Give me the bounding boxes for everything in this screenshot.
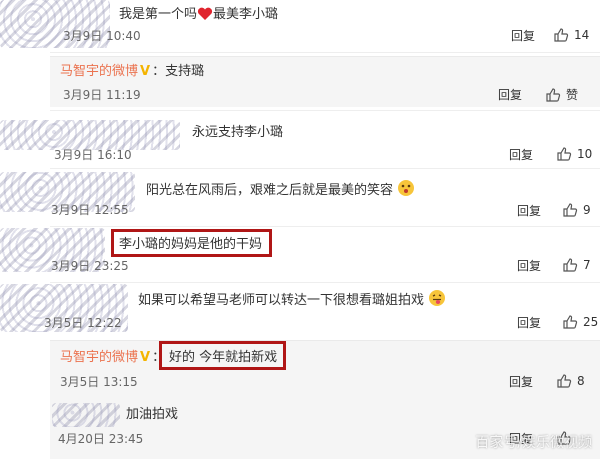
comment-time: 3月9日 23:25 (51, 259, 129, 273)
like-button[interactable]: 8 (556, 373, 585, 389)
reply-time: 3月5日 13:15 (60, 375, 138, 389)
reply-button[interactable]: 回复 (517, 315, 541, 331)
like-button[interactable]: 7 (562, 257, 591, 273)
tongue-face-icon (428, 289, 446, 313)
thumbs-up-icon (557, 147, 572, 161)
divider (50, 52, 600, 53)
comment-text: 阳光总在风雨后，艰难之后就是最美的笑容 (146, 179, 415, 203)
divider (50, 110, 600, 111)
comment-1: 我是第一个吗 最美李小璐 3月9日 10:40 回复 14 (0, 0, 600, 50)
divider (50, 282, 600, 283)
author-name[interactable]: 马智宇的微博 (60, 64, 138, 79)
author-name[interactable]: 马智宇的微博 (60, 350, 138, 365)
like-count: 10 (577, 147, 593, 161)
comment-time: 3月9日 16:10 (54, 148, 132, 162)
comment-5: 李小璐的妈妈是他的干妈 3月9日 23:25 回复 7 (0, 228, 600, 282)
comment-6: 如果可以希望马老师可以转达一下很想看璐姐拍戏 3月5日 12:22 回复 25 (0, 284, 600, 340)
highlight-box (111, 229, 272, 257)
like-count: 9 (583, 203, 591, 217)
avatar[interactable] (52, 403, 120, 427)
thumbs-up-icon (557, 374, 572, 388)
watermark: 百家号/娱乐微视频 (475, 435, 592, 451)
comment-text: 如果可以希望马老师可以转达一下很想看璐姐拍戏 (138, 289, 446, 313)
thumbs-up-icon (563, 203, 578, 217)
verified-badge-icon: V (140, 350, 151, 365)
like-button[interactable]: 赞 (545, 86, 578, 103)
like-count: 赞 (566, 88, 579, 102)
reply-text: 马智宇的微博 V ：支持璐 (60, 64, 205, 79)
reply-time: 4月20日 23:45 (58, 432, 144, 446)
comment-time: 3月9日 12:55 (51, 203, 129, 217)
thumbs-up-icon (563, 315, 578, 329)
like-count: 25 (583, 315, 599, 329)
reply-button[interactable]: 回复 (509, 147, 533, 163)
comment-time: 3月9日 10:40 (63, 29, 141, 43)
divider (50, 226, 600, 227)
reply-button[interactable]: 回复 (517, 258, 541, 274)
reply-box: 马智宇的微博 V ：支持璐 3月9日 11:19 回复 赞 (50, 56, 600, 107)
like-button[interactable]: 14 (553, 27, 589, 43)
highlight-box (159, 341, 286, 370)
reply-button[interactable]: 回复 (511, 28, 535, 44)
comment-text: 我是第一个吗 最美李小璐 (119, 6, 278, 27)
like-button[interactable]: 9 (562, 202, 591, 218)
reply-text: 加油拍戏 (126, 407, 179, 422)
like-count: 14 (574, 28, 590, 42)
comment-text: 永远支持李小璐 (192, 125, 284, 140)
like-button[interactable]: 10 (556, 146, 592, 162)
thumbs-up-icon (563, 258, 578, 272)
like-count: 7 (583, 258, 591, 272)
reply-button[interactable]: 回复 (498, 87, 522, 103)
reply-button[interactable]: 回复 (509, 374, 533, 390)
reply-author: 马智宇的微博 V： (60, 350, 166, 365)
comment-4: 阳光总在风雨后，艰难之后就是最美的笑容 3月9日 12:55 回复 9 (0, 170, 600, 224)
like-button[interactable]: 25 (562, 314, 598, 330)
divider (50, 168, 600, 169)
avatar[interactable] (0, 120, 180, 150)
thumbs-up-icon (546, 87, 561, 102)
reply-button[interactable]: 回复 (517, 203, 541, 219)
heart-icon (197, 7, 213, 27)
verified-badge-icon: V (140, 64, 151, 79)
comment-time: 3月5日 12:22 (44, 316, 122, 330)
surprised-face-icon (397, 179, 415, 203)
like-count: 8 (577, 374, 585, 388)
reply-time: 3月9日 11:19 (63, 88, 141, 102)
comment-3: 永远支持李小璐 3月9日 16:10 回复 10 (0, 112, 600, 166)
thumbs-up-icon (554, 28, 569, 42)
